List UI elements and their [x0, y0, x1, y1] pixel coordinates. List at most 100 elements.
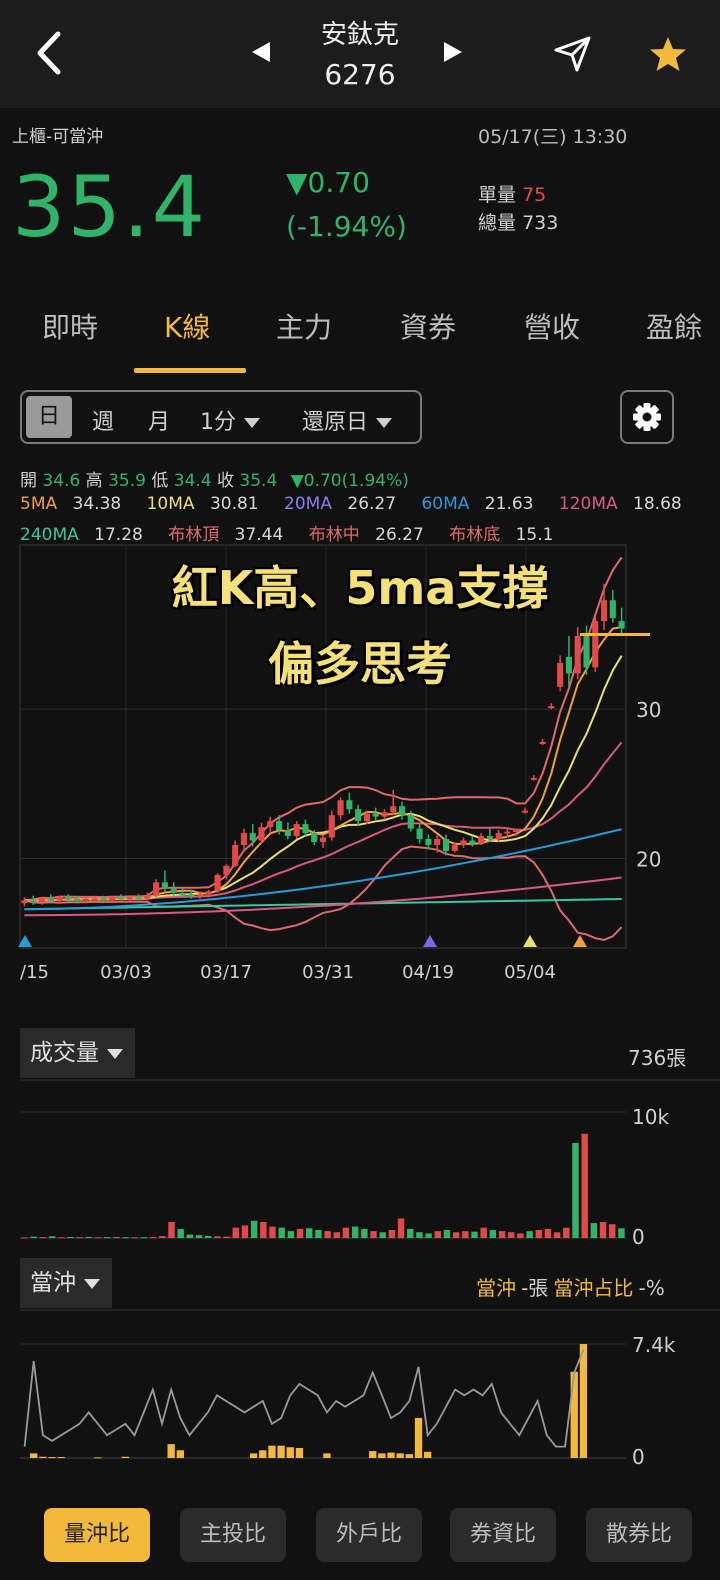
ma10-label: 10MA [146, 494, 195, 514]
volume-bar [498, 1231, 506, 1238]
total-volume-value: 733 [522, 212, 559, 234]
daytrade-panel-title: 當沖 [30, 1270, 76, 1296]
candle-body [346, 800, 353, 810]
y-tick-label: 30 [636, 698, 661, 722]
tab-realtime[interactable]: 即時 [42, 306, 98, 346]
ma5-label: 5MA [20, 494, 58, 514]
volume-bar [85, 1236, 93, 1238]
next-stock-icon[interactable] [442, 40, 464, 64]
volume-bar [195, 1235, 203, 1238]
daytrade-bar [387, 1452, 395, 1458]
period-day-button[interactable]: 日 [26, 396, 72, 438]
share-send-icon[interactable] [553, 34, 593, 74]
gear-icon [633, 403, 661, 431]
period-week-button[interactable]: 週 [92, 404, 114, 436]
retail-short-ratio-button[interactable]: 散券比 [586, 1508, 692, 1562]
tab-major-players[interactable]: 主力 [276, 306, 332, 346]
tab-kline[interactable]: K線 [164, 306, 210, 346]
daytrade-bar [286, 1447, 294, 1458]
candle-body [478, 836, 485, 844]
candle-body [100, 898, 107, 901]
close-label: 收 [217, 471, 235, 491]
daytrade-bar [30, 1453, 38, 1458]
tab-margin[interactable]: 資券 [400, 306, 456, 346]
adjust-dropdown[interactable]: 還原日 [302, 404, 393, 436]
x-tick-label: 05/04 [504, 962, 556, 983]
low-label: 低 [151, 471, 169, 491]
volume-bar [462, 1231, 469, 1238]
prev-stock-icon[interactable] [250, 40, 272, 64]
candle-body [337, 800, 344, 816]
annotation-line-1: 紅K高、5ma支撐 [171, 561, 549, 615]
low-value: 34.4 [173, 471, 212, 491]
x-tick-label: 04/19 [402, 962, 454, 983]
candle-body [451, 845, 458, 851]
candle-body [117, 897, 125, 900]
close-value: 35.4 [239, 471, 278, 491]
volume-summary: 736張 [628, 1046, 687, 1070]
candle-body [214, 874, 221, 892]
volume-bar [260, 1221, 267, 1238]
volume-bar [104, 1237, 111, 1239]
volume-bar [471, 1231, 478, 1238]
volume-bar [48, 1236, 56, 1238]
volume-bar [269, 1226, 276, 1238]
price-change: ▼0.70 [286, 166, 370, 199]
volume-bar [177, 1228, 184, 1238]
ma120-legend: 120MA 18.68 [559, 494, 692, 514]
quote-datetime: 05/17(三) 13:30 [478, 126, 628, 148]
investor-ratio-button[interactable]: 主投比 [180, 1508, 286, 1562]
foreign-ratio-button[interactable]: 外戶比 [316, 1508, 422, 1562]
candle-body [30, 900, 37, 903]
daytrade-ratio-line [23, 1349, 585, 1448]
candle-body [328, 815, 335, 838]
single-volume-label: 單量 [478, 184, 517, 206]
short-margin-ratio-button[interactable]: 券資比 [450, 1508, 556, 1562]
tab-earnings[interactable]: 盈餘 [646, 306, 702, 346]
candle-body [196, 894, 204, 897]
volume-bar [67, 1236, 74, 1238]
candle-body [144, 895, 151, 899]
volume-y-tick: 10k [632, 1105, 669, 1129]
candle-body [442, 839, 450, 851]
ma20-line [24, 741, 623, 903]
tab-revenue[interactable]: 營收 [524, 306, 580, 346]
candle-body [161, 882, 168, 889]
volume-panel-dropdown[interactable]: 成交量 [20, 1028, 135, 1078]
event-marker-triangle [423, 935, 437, 947]
volume-bar [21, 1237, 28, 1239]
favorite-star-icon[interactable] [648, 34, 688, 74]
period-month-button[interactable]: 月 [148, 404, 170, 436]
daytrade-bar [570, 1371, 578, 1458]
ohlc-info: 開 34.6 高 35.9 低 34.4 收 35.4 ▼0.70(1.94%) [20, 466, 409, 491]
volume-bar [149, 1237, 157, 1239]
volume-bar [94, 1237, 102, 1239]
volume-bar [489, 1229, 497, 1238]
candle-body [460, 840, 467, 846]
daytrade-bar [295, 1447, 304, 1458]
volume-daytrade-ratio-button[interactable]: 量沖比 [44, 1508, 150, 1562]
volume-bar [572, 1142, 579, 1238]
daytrade-panel-dropdown[interactable]: 當沖 [20, 1258, 112, 1308]
active-tab-indicator [134, 368, 246, 373]
chevron-down-icon [107, 1048, 123, 1059]
candle-body [240, 833, 248, 846]
chart-settings-button[interactable] [620, 390, 674, 444]
volume-bar [599, 1221, 607, 1238]
candle-body [521, 810, 529, 813]
daytrade-label: 當沖 [476, 1276, 516, 1300]
volume-bar [425, 1233, 432, 1238]
period-minute-dropdown[interactable]: 1分 [200, 404, 260, 436]
daytrade-bar [268, 1445, 276, 1458]
event-marker-triangle [573, 935, 587, 947]
high-value: 35.9 [108, 471, 146, 491]
volume-bar [168, 1221, 175, 1238]
volume-bar [379, 1232, 386, 1238]
volume-bar [296, 1228, 304, 1238]
candle-body [91, 898, 98, 901]
volume-bar [553, 1232, 561, 1238]
daytrade-bar [323, 1453, 331, 1458]
volume-bar [361, 1228, 368, 1238]
candle-body [434, 839, 441, 846]
back-arrow-icon[interactable] [30, 30, 70, 76]
